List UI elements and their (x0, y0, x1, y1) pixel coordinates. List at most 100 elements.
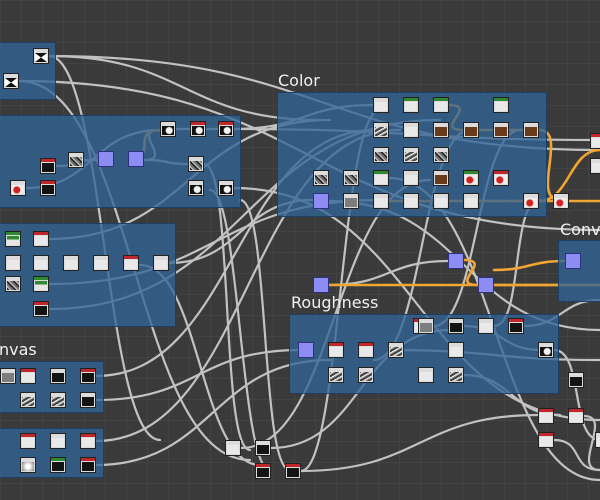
graph-node[interactable] (20, 368, 36, 384)
graph-node[interactable] (153, 255, 169, 271)
node-thumbnail (7, 260, 19, 269)
graph-node[interactable] (63, 255, 79, 271)
input-node[interactable] (313, 277, 329, 293)
graph-node[interactable] (343, 170, 359, 186)
graph-node[interactable] (80, 368, 96, 384)
graph-node[interactable] (463, 193, 479, 209)
graph-node[interactable] (523, 193, 539, 209)
graph-node[interactable] (3, 73, 19, 89)
graph-node[interactable] (418, 318, 434, 334)
graph-node[interactable] (568, 408, 584, 424)
input-node[interactable] (98, 151, 114, 167)
graph-node[interactable] (493, 97, 509, 113)
graph-node[interactable] (538, 408, 554, 424)
graph-node[interactable] (93, 255, 109, 271)
node-graph-canvas[interactable]: Color Roughness nvas Conv (0, 0, 600, 500)
graph-node[interactable] (478, 318, 494, 334)
graph-node[interactable] (343, 193, 359, 209)
graph-node[interactable] (553, 193, 569, 209)
graph-node[interactable] (50, 457, 66, 473)
graph-node[interactable] (358, 367, 374, 383)
graph-node[interactable] (373, 97, 389, 113)
graph-node[interactable] (10, 180, 26, 196)
graph-node[interactable] (595, 432, 600, 448)
frame-left-middle[interactable] (0, 223, 176, 327)
graph-node[interactable] (403, 170, 419, 186)
graph-node[interactable] (523, 122, 539, 138)
graph-node[interactable] (373, 147, 389, 163)
input-node[interactable] (478, 277, 494, 293)
graph-node[interactable] (50, 368, 66, 384)
input-node[interactable] (448, 253, 464, 269)
graph-node[interactable] (80, 392, 96, 408)
input-node[interactable] (298, 342, 314, 358)
graph-node[interactable] (5, 255, 21, 271)
graph-node[interactable] (80, 457, 96, 473)
graph-node[interactable] (373, 170, 389, 186)
graph-node[interactable] (388, 342, 404, 358)
graph-node[interactable] (590, 133, 600, 149)
graph-node[interactable] (40, 158, 56, 174)
graph-node[interactable] (123, 255, 139, 271)
graph-node[interactable] (403, 122, 419, 138)
graph-node[interactable] (463, 122, 479, 138)
graph-node[interactable] (373, 193, 389, 209)
graph-node[interactable] (20, 392, 36, 408)
graph-node[interactable] (433, 193, 449, 209)
graph-node[interactable] (225, 440, 241, 456)
graph-node[interactable] (433, 97, 449, 113)
graph-node[interactable] (313, 170, 329, 186)
graph-node[interactable] (373, 122, 389, 138)
graph-node[interactable] (20, 457, 36, 473)
graph-node[interactable] (448, 318, 464, 334)
graph-node[interactable] (33, 231, 49, 247)
graph-node[interactable] (188, 156, 204, 172)
input-node[interactable] (313, 193, 329, 209)
graph-node[interactable] (538, 342, 554, 358)
graph-node[interactable] (33, 301, 49, 317)
graph-node[interactable] (68, 152, 84, 168)
graph-node[interactable] (403, 97, 419, 113)
graph-node[interactable] (328, 342, 344, 358)
graph-node[interactable] (433, 170, 449, 186)
graph-node[interactable] (5, 231, 21, 247)
graph-node[interactable] (403, 193, 419, 209)
graph-node[interactable] (433, 147, 449, 163)
graph-node[interactable] (190, 121, 206, 137)
graph-node[interactable] (285, 463, 301, 479)
graph-node[interactable] (403, 147, 419, 163)
graph-node[interactable] (0, 368, 16, 384)
graph-node[interactable] (255, 440, 271, 456)
graph-node[interactable] (538, 432, 554, 448)
graph-node[interactable] (160, 121, 176, 137)
frame-conv[interactable] (558, 240, 600, 302)
graph-node[interactable] (358, 342, 374, 358)
graph-node[interactable] (40, 180, 56, 196)
graph-node[interactable] (448, 342, 464, 358)
graph-node[interactable] (493, 122, 509, 138)
graph-node[interactable] (568, 372, 584, 388)
graph-node[interactable] (33, 276, 49, 292)
graph-node[interactable] (448, 367, 464, 383)
graph-node[interactable] (218, 121, 234, 137)
graph-node[interactable] (33, 48, 49, 64)
graph-node[interactable] (508, 318, 524, 334)
graph-node[interactable] (50, 392, 66, 408)
graph-node[interactable] (493, 170, 509, 186)
input-node[interactable] (128, 151, 144, 167)
graph-node[interactable] (418, 367, 434, 383)
graph-node[interactable] (33, 255, 49, 271)
graph-node[interactable] (50, 433, 66, 449)
node-thumbnail (360, 347, 372, 356)
graph-node[interactable] (188, 180, 204, 196)
graph-node[interactable] (433, 122, 449, 138)
graph-node[interactable] (20, 433, 36, 449)
input-node[interactable] (565, 253, 581, 269)
graph-node[interactable] (328, 367, 344, 383)
graph-node[interactable] (255, 463, 271, 479)
graph-node[interactable] (218, 180, 234, 196)
graph-node[interactable] (80, 433, 96, 449)
graph-node[interactable] (463, 170, 479, 186)
graph-node[interactable] (5, 276, 21, 292)
graph-node[interactable] (590, 158, 600, 174)
